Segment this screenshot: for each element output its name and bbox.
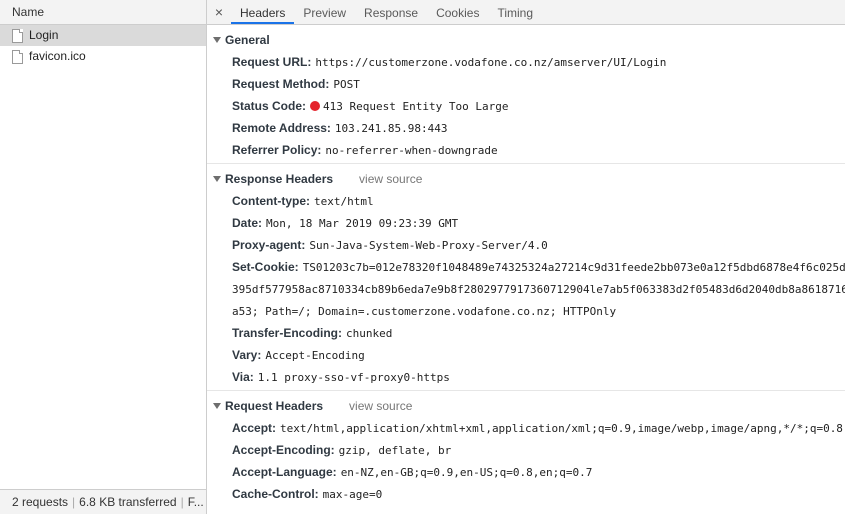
header-value: no-referrer-when-downgrade [325,144,498,157]
tab-headers[interactable]: Headers [231,0,295,24]
header-key: Via: [232,370,254,384]
section-title: Request Headers [225,399,324,413]
transferred-size: 6.8 KB transferred [79,495,177,509]
tab-timing[interactable]: Timing [488,0,542,24]
header-value: 103.241.85.98:443 [334,122,448,135]
accept-encoding-row: Accept-Encoding: gzip, deflate, br [232,439,845,461]
header-value: a53; Path=/; Domain=.customerzone.vodafo… [232,305,617,318]
header-key: Request URL: [232,55,312,69]
content-type-row: Content-type: text/html [232,190,845,212]
header-value: text/html,application/xhtml+xml,applicat… [280,422,843,435]
tab-cookies[interactable]: Cookies [427,0,488,24]
request-name: Login [29,28,59,42]
header-key: Transfer-Encoding: [232,326,343,340]
header-value: Mon, 18 Mar 2019 09:23:39 GMT [266,217,459,230]
header-value: 1.1 proxy-sso-vf-proxy0-https [257,371,450,384]
request-name: favicon.ico [29,49,86,63]
header-value: Accept-Encoding [265,349,365,362]
header-key: Referrer Policy: [232,143,322,157]
request-url-row: Request URL: https://customerzone.vodafon… [232,51,845,73]
response-headers-section: Response Headers view source Content-typ… [207,168,845,391]
triangle-down-icon [213,176,221,182]
header-value: POST [333,78,360,91]
triangle-down-icon [213,403,221,409]
status-error-icon [310,101,321,111]
details-panel: × Headers Preview Response Cookies Timin… [207,0,845,514]
header-key: Vary: [232,348,262,362]
header-value: max-age=0 [322,488,383,501]
general-section: General Request URL: https://customerzone… [207,29,845,164]
request-count: 2 requests [12,495,69,509]
cache-control-row: Cache-Control: max-age=0 [232,483,845,505]
header-value: chunked [346,327,393,340]
section-title: General [225,33,270,47]
header-key: Status Code: [232,99,307,113]
header-key: Proxy-agent: [232,238,306,252]
date-row: Date: Mon, 18 Mar 2019 09:23:39 GMT [232,212,845,234]
header-key: Accept-Encoding: [232,443,335,457]
header-value: https://customerzone.vodafone.co.nz/amse… [315,56,667,69]
header-key: Set-Cookie: [232,260,299,274]
name-column-header[interactable]: Name [0,0,206,25]
section-title: Response Headers [225,172,334,186]
view-source-link[interactable]: view source [359,168,422,190]
header-key: Date: [232,216,263,230]
document-icon [12,49,23,64]
request-row-favicon[interactable]: favicon.ico [0,46,206,67]
tab-response[interactable]: Response [355,0,427,24]
header-value: en-NZ,en-GB;q=0.9,en-US;q=0.8,en;q=0.7 [340,466,593,479]
vary-row: Vary: Accept-Encoding [232,344,845,366]
set-cookie-row: Set-Cookie: TS01203c7b=012e78320f1048489e… [232,256,845,278]
via-row: Via: 1.1 proxy-sso-vf-proxy0-https [232,366,845,388]
request-list-panel: Name Login favicon.ico 2 requests | 6.8 KB… [0,0,207,514]
header-key: Accept-Language: [232,465,337,479]
tab-preview[interactable]: Preview [294,0,355,24]
proxy-agent-row: Proxy-agent: Sun-Java-System-Web-Proxy-Se… [232,234,845,256]
transfer-encoding-row: Transfer-Encoding: chunked [232,322,845,344]
header-key: Content-type: [232,194,310,208]
header-key: Accept: [232,421,277,435]
general-section-toggle[interactable]: General [207,29,845,51]
accept-language-row: Accept-Language: en-NZ,en-GB;q=0.9,en-US;… [232,461,845,483]
request-method-row: Request Method: POST [232,73,845,95]
document-icon [12,28,23,43]
view-source-link[interactable]: view source [349,395,412,417]
header-value: Sun-Java-System-Web-Proxy-Server/4.0 [309,239,548,252]
header-value: 395df577958ac8710334cb89b6eda7e9b8f28029… [232,283,845,296]
details-tabbar: × Headers Preview Response Cookies Timin… [207,0,845,25]
status-bar: 2 requests | 6.8 KB transferred | F... [0,489,206,514]
header-key: Cache-Control: [232,487,319,501]
set-cookie-continuation: a53; Path=/; Domain=.customerzone.vodafo… [232,300,845,322]
separator: | [72,495,76,509]
header-value: 413 Request Entity Too Large [323,100,509,113]
header-key: Request Method: [232,77,330,91]
separator: | [180,495,184,509]
header-key: Remote Address: [232,121,331,135]
remote-address-row: Remote Address: 103.241.85.98:443 [232,117,845,139]
request-headers-toggle[interactable]: Request Headers view source [207,395,845,417]
accept-row: Accept: text/html,application/xhtml+xml,a… [232,417,845,439]
finish-time: F... [187,495,204,509]
set-cookie-continuation: 395df577958ac8710334cb89b6eda7e9b8f28029… [232,278,845,300]
header-value: gzip, deflate, br [338,444,452,457]
triangle-down-icon [213,37,221,43]
request-row-login[interactable]: Login [0,25,206,46]
header-value: TS01203c7b=012e78320f1048489e74325324a27… [302,261,845,274]
request-headers-section: Request Headers view source Accept: text/… [207,395,845,507]
status-code-row: Status Code: 413 Request Entity Too Large [232,95,845,117]
referrer-policy-row: Referrer Policy: no-referrer-when-downgra… [232,139,845,161]
close-icon[interactable]: × [207,0,231,24]
header-value: text/html [314,195,374,208]
response-headers-toggle[interactable]: Response Headers view source [207,168,845,190]
